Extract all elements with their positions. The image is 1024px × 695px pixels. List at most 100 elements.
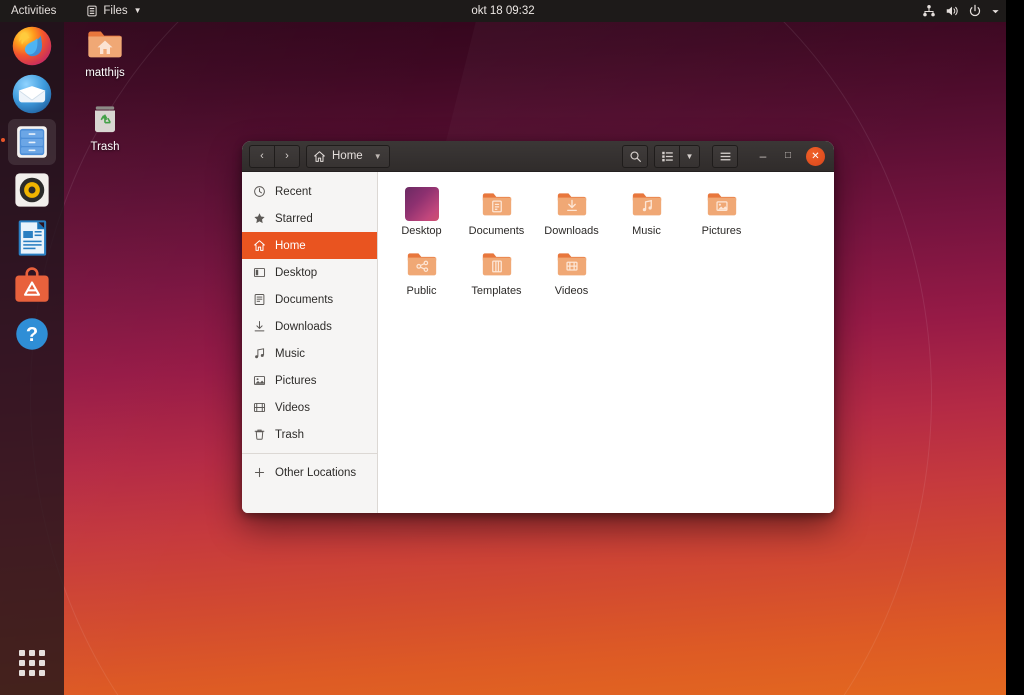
- search-button[interactable]: [622, 145, 648, 168]
- star-icon: [252, 212, 266, 226]
- file-item-downloads[interactable]: Downloads: [534, 184, 609, 244]
- home-icon: [313, 150, 326, 163]
- file-item-music[interactable]: Music: [609, 184, 684, 244]
- clock-icon: [252, 185, 266, 199]
- sidebar-divider: [242, 453, 377, 454]
- image-icon: [252, 374, 266, 388]
- dock-item-ubuntu-software[interactable]: [0, 262, 64, 310]
- sidebar-item-music[interactable]: Music: [242, 340, 377, 367]
- sidebar-item-other-locations[interactable]: Other Locations: [242, 459, 377, 486]
- app-menu-button[interactable]: Files ▼: [77, 0, 150, 22]
- sidebar-item-recent[interactable]: Recent: [242, 178, 377, 205]
- chevron-down-icon: ▼: [374, 152, 382, 161]
- dock-item-files[interactable]: [0, 118, 64, 166]
- trash-icon: [85, 98, 125, 138]
- home-folder-icon: [85, 24, 125, 64]
- maximize-button[interactable]: □: [781, 149, 795, 163]
- dock-item-firefox[interactable]: [0, 22, 64, 70]
- window-controls: – □ ✕: [756, 147, 825, 166]
- sidebar-item-pictures[interactable]: Pictures: [242, 367, 377, 394]
- dock-item-thunderbird[interactable]: [0, 70, 64, 118]
- sidebar-item-documents[interactable]: Documents: [242, 286, 377, 313]
- volume-icon: [945, 4, 959, 18]
- dock-item-libreoffice-writer[interactable]: [0, 214, 64, 262]
- folder-templates-icon: [480, 247, 514, 281]
- sidebar: Recent Starred Home: [242, 172, 378, 513]
- folder-public-icon: [405, 247, 439, 281]
- file-item-desktop[interactable]: Desktop: [384, 184, 459, 244]
- sidebar-item-label: Music: [275, 348, 305, 360]
- sidebar-item-label: Videos: [275, 402, 310, 414]
- show-applications-button[interactable]: [0, 639, 64, 687]
- file-item-label: Public: [384, 285, 459, 298]
- sidebar-item-desktop[interactable]: Desktop: [242, 259, 377, 286]
- hamburger-icon: [719, 150, 732, 163]
- file-item-videos[interactable]: Videos: [534, 244, 609, 304]
- file-list-view[interactable]: Desktop Documents: [378, 172, 834, 513]
- close-button[interactable]: ✕: [806, 147, 825, 166]
- path-bar-label: Home: [332, 150, 363, 162]
- back-button[interactable]: ‹: [249, 145, 274, 168]
- forward-button[interactable]: ›: [274, 145, 300, 168]
- sidebar-item-home[interactable]: Home: [242, 232, 377, 259]
- folder-videos-icon: [555, 247, 589, 281]
- sidebar-item-label: Other Locations: [275, 467, 356, 479]
- folder-pictures-icon: [705, 187, 739, 221]
- sidebar-item-label: Starred: [275, 213, 313, 225]
- file-item-label: Downloads: [534, 225, 609, 238]
- trash-icon: [252, 428, 266, 442]
- sidebar-item-downloads[interactable]: Downloads: [242, 313, 377, 340]
- maximize-icon: □: [785, 151, 791, 161]
- desktop-icon-home-folder[interactable]: matthijs: [67, 24, 143, 80]
- video-icon: [252, 401, 266, 415]
- close-icon: ✕: [811, 151, 819, 162]
- desktop-icon-label: matthijs: [67, 67, 143, 80]
- sidebar-item-label: Documents: [275, 294, 333, 306]
- dock-item-help[interactable]: ?: [0, 310, 64, 358]
- document-icon: [252, 293, 266, 307]
- app-menu-label: Files: [103, 0, 127, 22]
- sidebar-item-videos[interactable]: Videos: [242, 394, 377, 421]
- files-icon: [11, 121, 53, 163]
- file-item-label: Pictures: [684, 225, 759, 238]
- file-grid: Desktop Documents: [384, 184, 828, 304]
- activities-label: Activities: [11, 0, 56, 22]
- sidebar-item-label: Recent: [275, 186, 311, 198]
- folder-music-icon: [630, 187, 664, 221]
- system-status-area[interactable]: [922, 0, 1000, 22]
- music-icon: [252, 347, 266, 361]
- window-titlebar[interactable]: ‹ › Home ▼: [242, 141, 834, 172]
- minimize-icon: –: [760, 150, 767, 162]
- files-window[interactable]: ‹ › Home ▼: [242, 141, 834, 513]
- file-item-public[interactable]: Public: [384, 244, 459, 304]
- file-item-documents[interactable]: Documents: [459, 184, 534, 244]
- chevron-down-icon: ▼: [686, 152, 694, 161]
- desktop-icon-trash[interactable]: Trash: [67, 98, 143, 154]
- svg-text:?: ?: [26, 324, 38, 346]
- dock-item-rhythmbox[interactable]: [0, 166, 64, 214]
- path-bar-home[interactable]: Home ▼: [306, 145, 390, 168]
- back-icon: ‹: [260, 150, 264, 162]
- main-menu-button[interactable]: [712, 145, 738, 168]
- help-icon: ?: [11, 313, 53, 355]
- sidebar-item-starred[interactable]: Starred: [242, 205, 377, 232]
- sidebar-item-trash[interactable]: Trash: [242, 421, 377, 448]
- clock[interactable]: okt 18 09:32: [0, 5, 1006, 17]
- view-dropdown-button[interactable]: ▼: [679, 145, 700, 168]
- top-bar: Activities Files ▼ okt 18 09:32: [0, 0, 1006, 22]
- folder-documents-icon: [480, 187, 514, 221]
- desktop-icon: [252, 266, 266, 280]
- view-controls: ▼: [654, 145, 700, 168]
- grid-icon: [19, 650, 45, 676]
- minimize-button[interactable]: –: [756, 149, 770, 163]
- file-item-pictures[interactable]: Pictures: [684, 184, 759, 244]
- forward-icon: ›: [285, 150, 289, 162]
- sidebar-item-label: Desktop: [275, 267, 317, 279]
- files-app-icon: [86, 5, 98, 17]
- thunderbird-icon: [11, 73, 53, 115]
- plus-icon: [252, 466, 266, 480]
- folder-downloads-icon: [555, 187, 589, 221]
- view-list-button[interactable]: [654, 145, 679, 168]
- activities-button[interactable]: Activities: [0, 0, 65, 22]
- file-item-templates[interactable]: Templates: [459, 244, 534, 304]
